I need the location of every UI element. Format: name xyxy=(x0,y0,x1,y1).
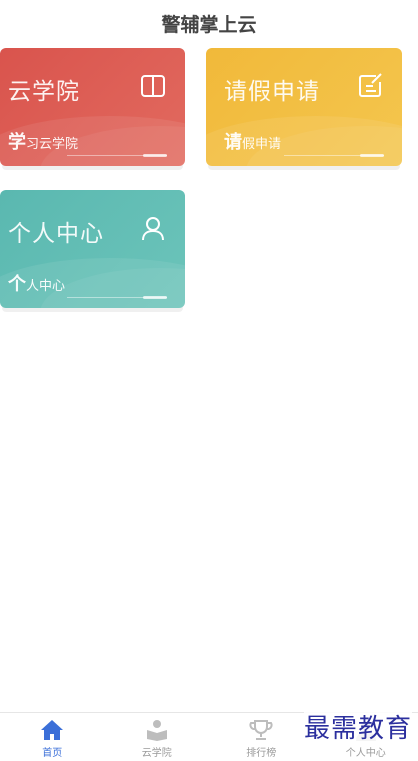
tab-label: 云学院 xyxy=(141,748,172,759)
card-cloud-academy[interactable]: 云学院 学习云学院 xyxy=(0,48,185,166)
tab-cloud-academy[interactable]: 云学院 xyxy=(105,713,210,761)
page-title: 警辅掌上云 xyxy=(161,14,257,36)
card-leave-request[interactable]: 请假申请 请假申请 xyxy=(206,48,402,166)
tab-label: 排行榜 xyxy=(246,748,277,759)
card-title: 个人中心 xyxy=(8,221,104,247)
tab-label: 首页 xyxy=(42,748,63,759)
card-subtitle: 请假申请 xyxy=(224,132,282,153)
card-subtitle: 个人中心 xyxy=(8,274,66,295)
tab-label: 个人中心 xyxy=(345,748,386,759)
card-divider-accent xyxy=(360,154,384,157)
watermark-logo: 最需教育 xyxy=(303,708,412,745)
user-icon xyxy=(142,217,164,241)
tab-ranking[interactable]: 排行榜 xyxy=(209,713,314,761)
tab-home[interactable]: 首页 xyxy=(0,713,105,761)
edit-icon xyxy=(359,73,382,97)
card-divider-accent xyxy=(143,154,167,157)
book-icon xyxy=(141,75,165,97)
card-subtitle: 学习云学院 xyxy=(8,132,79,153)
card-divider-accent xyxy=(143,296,167,299)
reader-icon xyxy=(146,720,167,741)
trophy-icon xyxy=(249,720,273,740)
card-personal-center[interactable]: 个人中心 个人中心 xyxy=(0,190,185,308)
home-icon xyxy=(41,720,64,740)
card-title: 云学院 xyxy=(8,79,80,105)
card-title: 请假申请 xyxy=(224,79,320,105)
